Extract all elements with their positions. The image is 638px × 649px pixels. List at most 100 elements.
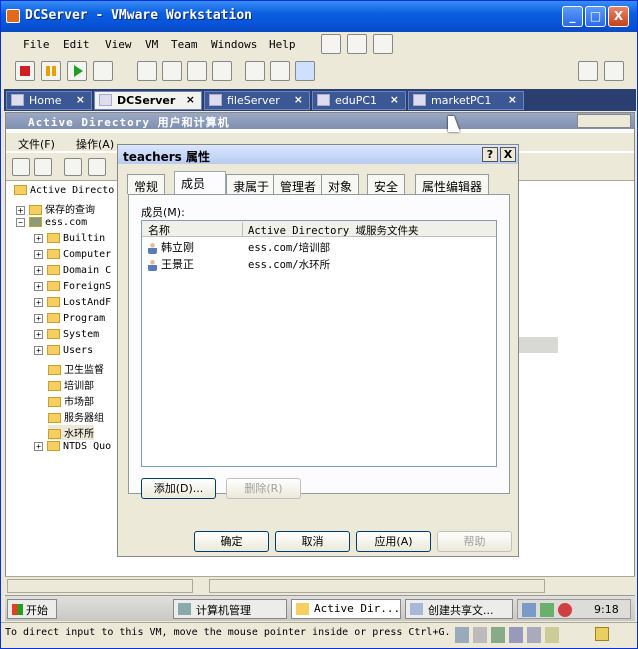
- console-view-icon[interactable]: [245, 61, 265, 81]
- apply-button[interactable]: 应用(A): [356, 531, 431, 552]
- list-item[interactable]: 韩立刚 ess.com/培训部: [148, 239, 488, 255]
- dialog-close-button[interactable]: X: [500, 147, 516, 162]
- unity-icon[interactable]: [212, 61, 232, 81]
- power-off-icon[interactable]: [15, 61, 35, 81]
- forward-icon[interactable]: [34, 158, 52, 176]
- tree-item[interactable]: 卫生监督: [48, 361, 104, 376]
- suspend-icon[interactable]: [41, 61, 61, 81]
- fullscreen-icon[interactable]: [187, 61, 207, 81]
- tree-item[interactable]: 培训部: [48, 377, 94, 392]
- snapshot-manager-icon[interactable]: [373, 34, 393, 54]
- taskbar-item-active-directory[interactable]: Active Dir...: [291, 599, 401, 619]
- close-button[interactable]: X: [608, 6, 629, 27]
- tree-item[interactable]: + Program: [34, 313, 105, 324]
- minimize-button[interactable]: _: [562, 6, 583, 27]
- expand-icon[interactable]: +: [16, 205, 25, 215]
- alert-icon[interactable]: [558, 603, 572, 617]
- menu-windows[interactable]: Windows: [211, 38, 257, 51]
- taskbar-item-computer-management[interactable]: 计算机管理: [173, 599, 287, 619]
- sidebar-toggle-icon[interactable]: [137, 61, 157, 81]
- tree-item[interactable]: + Computer: [34, 249, 111, 260]
- expand-icon[interactable]: +: [34, 329, 43, 339]
- tree-item[interactable]: + LostAndF: [34, 297, 111, 308]
- close-icon[interactable]: ×: [508, 93, 517, 106]
- col-name[interactable]: 名称: [148, 222, 170, 238]
- quick-launch-icons[interactable]: [67, 601, 137, 617]
- tree-item[interactable]: + Builtin: [34, 233, 105, 244]
- close-icon[interactable]: ×: [390, 93, 399, 106]
- snapshot-icon[interactable]: [321, 34, 341, 54]
- menu-help[interactable]: Help: [269, 38, 296, 51]
- tree-item[interactable]: + Users: [34, 345, 93, 356]
- close-icon[interactable]: ×: [294, 93, 303, 106]
- expand-icon[interactable]: +: [34, 233, 43, 243]
- expand-icon[interactable]: +: [34, 345, 43, 355]
- tree-saved-queries[interactable]: + 保存的查询: [16, 201, 95, 216]
- tree-item[interactable]: + ForeignS: [34, 281, 111, 292]
- device-icons[interactable]: [455, 627, 585, 643]
- tab-member-of[interactable]: 隶属于: [226, 174, 277, 194]
- tab-members[interactable]: 成员: [174, 171, 226, 195]
- tab-managed-by[interactable]: 管理者: [273, 174, 324, 194]
- autofit-icon[interactable]: [295, 61, 315, 81]
- mmc-window-buttons[interactable]: [577, 114, 631, 128]
- tab-attribute-editor[interactable]: 属性编辑器: [415, 174, 490, 194]
- expand-icon[interactable]: +: [34, 441, 43, 451]
- add-button[interactable]: 添加(D)...: [141, 478, 216, 499]
- menu-vm[interactable]: VM: [145, 38, 158, 51]
- record-icon[interactable]: [578, 61, 598, 81]
- menu-file[interactable]: File: [23, 38, 50, 51]
- power-on-icon[interactable]: [67, 61, 87, 81]
- quick-switch-icon[interactable]: [162, 61, 182, 81]
- tab-edupc1[interactable]: eduPC1 ×: [312, 91, 406, 110]
- close-icon[interactable]: ×: [76, 93, 85, 106]
- menu-team[interactable]: Team: [171, 38, 198, 51]
- back-icon[interactable]: [12, 158, 30, 176]
- collapse-icon[interactable]: −: [16, 217, 25, 227]
- tree-item[interactable]: + System: [34, 329, 99, 340]
- tree-item[interactable]: + Domain C: [34, 265, 111, 276]
- notes-icon[interactable]: [595, 627, 609, 641]
- expand-icon[interactable]: +: [34, 281, 43, 291]
- mmc-menu-file[interactable]: 文件(F): [18, 136, 55, 152]
- cancel-button[interactable]: 取消: [275, 531, 350, 552]
- update-icon[interactable]: [540, 603, 554, 617]
- col-folder[interactable]: Active Directory 域服务文件夹: [248, 223, 418, 238]
- revert-snapshot-icon[interactable]: [347, 34, 367, 54]
- reset-icon[interactable]: [93, 61, 113, 81]
- col-divider[interactable]: [242, 222, 243, 236]
- list-item[interactable]: 王景正 ess.com/水环所: [148, 256, 488, 272]
- taskbar-item-create-share[interactable]: 创建共享文...: [405, 599, 513, 619]
- close-icon[interactable]: ×: [186, 93, 195, 106]
- maximize-button[interactable]: □: [585, 6, 606, 27]
- tab-home[interactable]: Home ×: [6, 91, 92, 110]
- expand-icon[interactable]: +: [34, 313, 43, 323]
- show-tree-icon[interactable]: [88, 158, 106, 176]
- tab-fileserver[interactable]: fileServer ×: [204, 91, 310, 110]
- members-list[interactable]: 名称 Active Directory 域服务文件夹 韩立刚 ess.com/培…: [141, 220, 497, 467]
- tree-domain[interactable]: − ess.com: [16, 217, 87, 228]
- tab-dcserver[interactable]: DCServer ×: [94, 91, 202, 110]
- tree-root[interactable]: Active Directo: [14, 185, 114, 196]
- mmc-menu-action[interactable]: 操作(A): [76, 136, 114, 152]
- network-icon[interactable]: [522, 603, 536, 617]
- help-button[interactable]: 帮助: [437, 531, 512, 552]
- thumbnail-icon[interactable]: [270, 61, 290, 81]
- expand-icon[interactable]: +: [34, 249, 43, 259]
- expand-icon[interactable]: +: [34, 297, 43, 307]
- tree-item-selected[interactable]: 水环所: [48, 425, 94, 440]
- up-icon[interactable]: [64, 158, 82, 176]
- dialog-help-button[interactable]: ?: [482, 147, 498, 162]
- ok-button[interactable]: 确定: [194, 531, 269, 552]
- tab-general[interactable]: 常规: [127, 174, 166, 194]
- menu-edit[interactable]: Edit: [63, 38, 90, 51]
- expand-icon[interactable]: +: [34, 265, 43, 275]
- tree-item[interactable]: 市场部: [48, 393, 94, 408]
- tab-object[interactable]: 对象: [321, 174, 360, 194]
- tab-security[interactable]: 安全: [367, 174, 406, 194]
- menu-view[interactable]: View: [105, 38, 132, 51]
- tree-item[interactable]: + NTDS Quo: [34, 441, 111, 452]
- tab-marketpc1[interactable]: marketPC1 ×: [408, 91, 524, 110]
- start-button[interactable]: 开始: [7, 599, 57, 619]
- tree-item[interactable]: 服务器组: [48, 409, 104, 424]
